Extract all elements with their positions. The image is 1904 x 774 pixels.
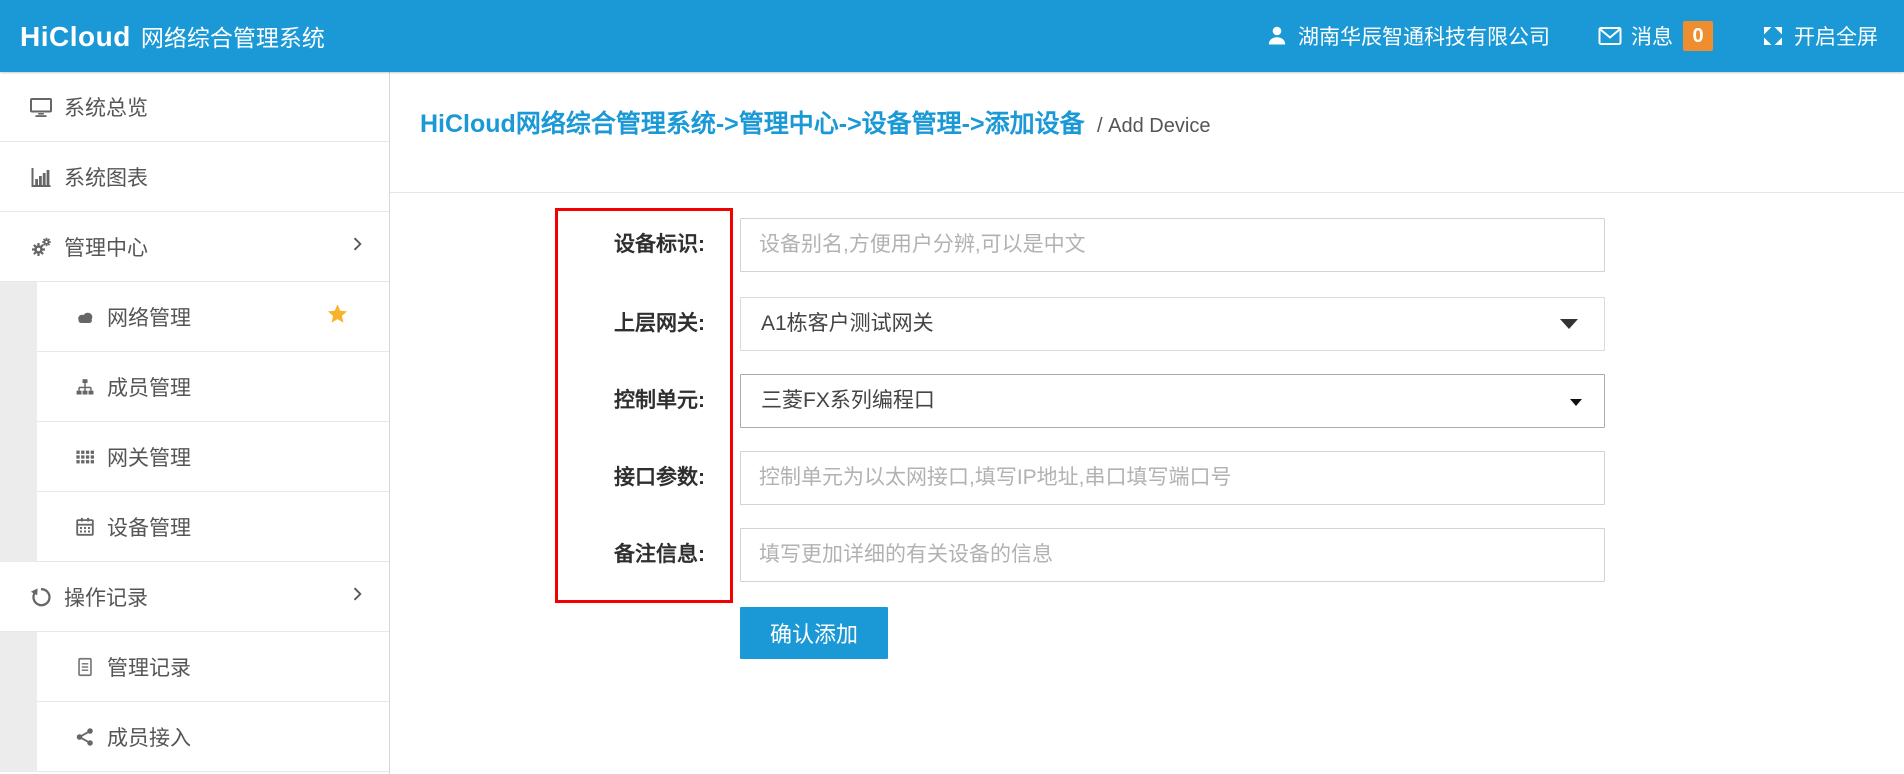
sidebar-item-label: 网络管理 — [107, 302, 191, 332]
logo-text-bold: HiCloud — [20, 21, 131, 53]
sidebar-subitem-row: 管理记录 — [37, 632, 389, 702]
history-icon — [28, 584, 54, 610]
star-icon — [326, 303, 349, 332]
control-unit-value: 三菱FX系列编程口 — [761, 389, 935, 412]
logo-text-rest: 网络综合管理系统 — [141, 19, 325, 53]
sidebar-item-label: 网关管理 — [107, 442, 191, 472]
field-label-upper-gateway: 上层网关: — [565, 297, 705, 351]
sidebar-item-system-overview[interactable]: 系统总览 — [0, 72, 389, 142]
sidebar-item-label: 设备管理 — [107, 512, 191, 542]
interface-params-input[interactable] — [740, 451, 1605, 505]
sidebar-item-label: 系统图表 — [64, 162, 148, 192]
sidebar-item-gateway-management[interactable]: 网关管理 — [0, 422, 389, 492]
sidebar-item-device-management[interactable]: 设备管理 — [0, 492, 389, 562]
form-row: A1栋客户测试网关 — [740, 297, 1605, 351]
upper-gateway-select[interactable]: A1栋客户测试网关 — [740, 297, 1605, 351]
sidebar-subitem-row: 设备管理 — [37, 492, 389, 562]
desktop-icon — [28, 94, 54, 120]
field-label-device-id: 设备标识: — [565, 218, 705, 272]
account-menu[interactable]: 湖南华辰智通科技有限公司 — [1265, 21, 1550, 51]
user-icon — [1265, 24, 1289, 48]
app-root: HiCloud 网络综合管理系统 湖南华辰智通科技有限公司 消息 0 — [0, 0, 1904, 774]
sidebar-item-label: 操作记录 — [64, 582, 148, 612]
upper-gateway-value: A1栋客户测试网关 — [761, 312, 934, 335]
main-content: HiCloud网络综合管理系统->管理中心->设备管理->添加设备 / Add … — [390, 72, 1904, 774]
breadcrumb-path: HiCloud网络综合管理系统->管理中心->设备管理->添加设备 — [420, 110, 1085, 138]
sidebar-subitem-row: 网关管理 — [37, 422, 389, 492]
fullscreen-toggle[interactable]: 开启全屏 — [1761, 21, 1878, 51]
field-label-control-unit: 控制单元: — [565, 374, 705, 428]
control-unit-select[interactable]: 三菱FX系列编程口 — [740, 374, 1605, 428]
device-id-input[interactable] — [740, 218, 1605, 272]
cloud-icon — [73, 305, 97, 329]
envelope-icon — [1598, 24, 1622, 48]
form-row — [740, 451, 1605, 505]
company-name: 湖南华辰智通科技有限公司 — [1298, 21, 1550, 51]
form-row — [740, 218, 1605, 272]
sidebar-item-management-records[interactable]: 管理记录 — [0, 632, 389, 702]
sidebar-item-label: 系统总览 — [64, 92, 148, 122]
dropdown-arrow-icon — [1570, 399, 1582, 406]
fullscreen-label: 开启全屏 — [1794, 21, 1878, 51]
sidebar-item-label: 成员管理 — [107, 372, 191, 402]
bar-chart-icon — [28, 164, 54, 190]
sidebar-item-member-access[interactable]: 成员接入 — [0, 702, 389, 772]
top-header: HiCloud 网络综合管理系统 湖南华辰智通科技有限公司 消息 0 — [0, 0, 1904, 72]
field-label-remarks: 备注信息: — [565, 528, 705, 582]
breadcrumb: HiCloud网络综合管理系统->管理中心->设备管理->添加设备 / Add … — [390, 72, 1904, 193]
form-row — [740, 528, 1605, 582]
sidebar-item-system-charts[interactable]: 系统图表 — [0, 142, 389, 212]
messages-badge: 0 — [1683, 21, 1713, 51]
messages-label: 消息 — [1631, 21, 1673, 51]
remarks-input[interactable] — [740, 528, 1605, 582]
dropdown-arrow-icon — [1560, 319, 1578, 329]
sidebar-item-label: 管理记录 — [107, 652, 191, 682]
calendar-icon — [73, 515, 97, 539]
breadcrumb-suffix: / Add Device — [1097, 115, 1210, 137]
chevron-right-icon — [347, 584, 367, 610]
sidebar-item-network-management[interactable]: 网络管理 — [0, 282, 389, 352]
form-row: 三菱FX系列编程口 — [740, 374, 1605, 428]
confirm-add-button[interactable]: 确认添加 — [740, 607, 888, 659]
share-icon — [73, 725, 97, 749]
sidebar-item-management-center[interactable]: 管理中心 — [0, 212, 389, 282]
sidebar: 系统总览 系统图表 管理中心 — [0, 72, 390, 774]
sidebar-subitem-row: 成员管理 — [37, 352, 389, 422]
messages-menu[interactable]: 消息 0 — [1598, 21, 1713, 51]
grid-icon — [73, 445, 97, 469]
sitemap-icon — [73, 375, 97, 399]
sidebar-item-label: 管理中心 — [64, 232, 148, 262]
header-actions: 湖南华辰智通科技有限公司 消息 0 开启全屏 — [1265, 21, 1878, 51]
gears-icon — [28, 234, 54, 260]
chevron-right-icon — [347, 234, 367, 260]
sidebar-subitem-row: 成员接入 — [37, 702, 389, 772]
page-frame: 系统总览 系统图表 管理中心 — [0, 72, 1904, 774]
document-icon — [73, 655, 97, 679]
app-logo[interactable]: HiCloud 网络综合管理系统 — [20, 19, 325, 53]
sidebar-subitem-row: 网络管理 — [37, 282, 389, 352]
field-label-interface-params: 接口参数: — [565, 451, 705, 505]
sidebar-item-member-management[interactable]: 成员管理 — [0, 352, 389, 422]
sidebar-item-operation-records[interactable]: 操作记录 — [0, 562, 389, 632]
sidebar-item-label: 成员接入 — [107, 722, 191, 752]
fullscreen-icon — [1761, 24, 1785, 48]
